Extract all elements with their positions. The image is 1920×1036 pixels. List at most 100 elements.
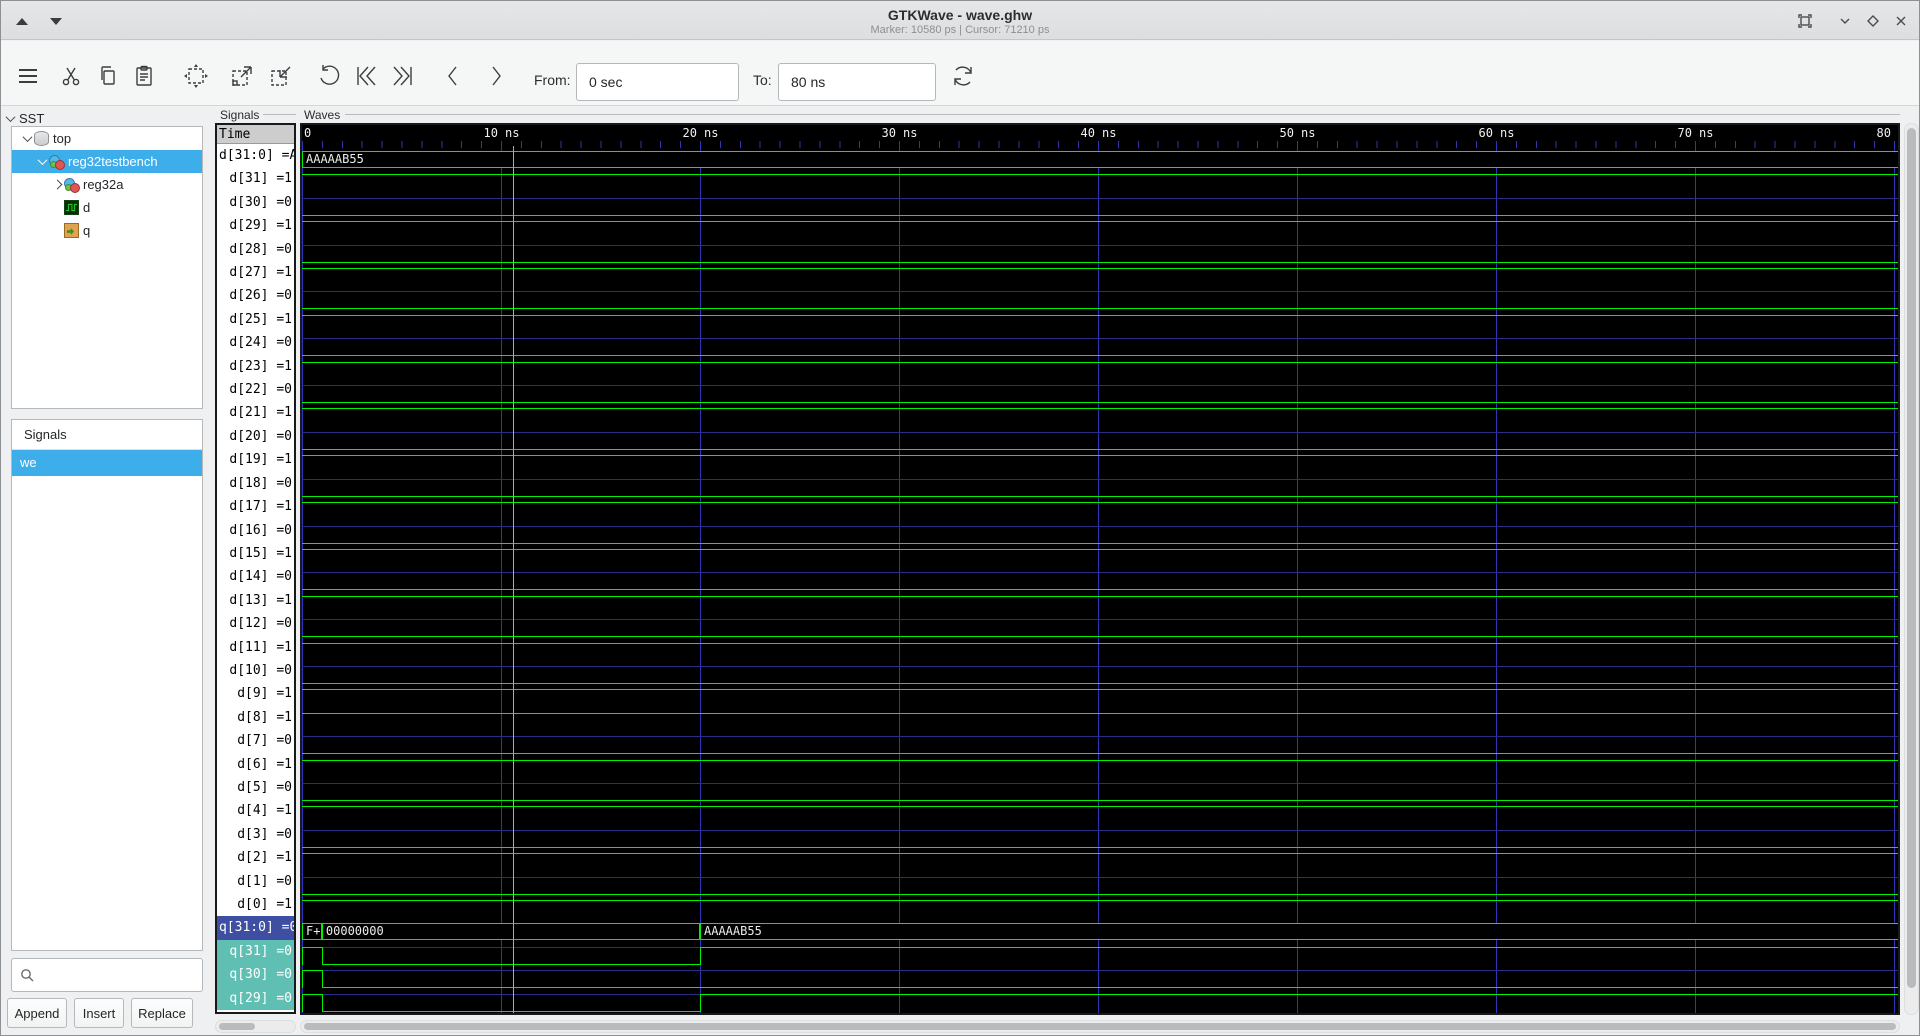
facility-list-item[interactable]: we <box>12 450 202 476</box>
zoom-in-icon[interactable] <box>225 59 259 93</box>
zoom-out-icon[interactable] <box>264 59 298 93</box>
signal-name-row[interactable]: d[4] =1 <box>217 799 294 822</box>
wave-bit-trace[interactable] <box>302 195 1898 218</box>
signal-name-row[interactable]: d[8] =1 <box>217 706 294 729</box>
wave-bit-trace[interactable] <box>302 312 1898 335</box>
wave-bit-trace[interactable] <box>302 663 1898 686</box>
to-end-icon[interactable] <box>386 59 420 93</box>
wave-bit-trace[interactable] <box>302 640 1898 663</box>
wave-bit-trace[interactable] <box>302 452 1898 475</box>
tree-item[interactable]: q <box>12 219 202 242</box>
wave-bit-trace[interactable] <box>302 827 1898 850</box>
signal-name-row[interactable]: d[28] =0 <box>217 238 294 261</box>
wave-bus-trace[interactable]: F+ 00000000 AAAAAB55 <box>302 920 1898 943</box>
names-horizontal-scrollbar[interactable] <box>215 1020 296 1033</box>
reload-icon[interactable] <box>946 59 980 93</box>
minimize-icon[interactable] <box>1834 10 1856 32</box>
signal-name-row[interactable]: d[31] =1 <box>217 167 294 190</box>
signal-name-row[interactable]: d[2] =1 <box>217 846 294 869</box>
signal-name-row[interactable]: d[20] =0 <box>217 425 294 448</box>
tree-expander-icon[interactable] <box>37 155 47 166</box>
menu-icon[interactable] <box>11 59 45 93</box>
wave-bit-trace[interactable] <box>302 874 1898 897</box>
wave-bit-trace[interactable] <box>302 171 1898 194</box>
signal-name-row[interactable]: d[30] =0 <box>217 191 294 214</box>
sst-section-header[interactable]: SST <box>5 111 44 126</box>
signal-name-row[interactable]: d[11] =1 <box>217 636 294 659</box>
signal-name-row[interactable]: d[23] =1 <box>217 355 294 378</box>
wave-bit-trace[interactable] <box>302 733 1898 756</box>
signal-name-row[interactable]: d[6] =1 <box>217 753 294 776</box>
copy-icon[interactable] <box>91 59 125 93</box>
signal-name-row[interactable]: d[31:0] =A <box>217 144 294 167</box>
wave-bit-trace[interactable] <box>302 429 1898 452</box>
signal-name-row[interactable]: d[24] =0 <box>217 331 294 354</box>
wave-bit-trace[interactable] <box>302 780 1898 803</box>
signal-name-row[interactable]: d[10] =0 <box>217 659 294 682</box>
signal-name-row[interactable]: d[26] =0 <box>217 284 294 307</box>
wave-bit-trace[interactable] <box>302 686 1898 709</box>
wave-bit-trace[interactable] <box>302 616 1898 639</box>
close-icon[interactable] <box>1890 10 1912 32</box>
signal-name-row[interactable]: d[0] =1 <box>217 893 294 916</box>
signal-name-row[interactable]: q[31:0] =0 <box>217 916 294 940</box>
signal-name-row[interactable]: d[13] =1 <box>217 589 294 612</box>
wave-bit-trace[interactable] <box>302 476 1898 499</box>
to-input[interactable] <box>778 63 936 101</box>
signal-name-row[interactable]: d[18] =0 <box>217 472 294 495</box>
wave-bit-trace[interactable] <box>302 405 1898 428</box>
signal-name-row[interactable]: q[31] =0 <box>217 939 294 964</box>
signal-names-panel[interactable]: Time d[31:0] =A d[31] =1 d[30] =0 d[29] … <box>215 123 296 1014</box>
wave-bit-trace[interactable] <box>302 523 1898 546</box>
primary-marker-line[interactable] <box>513 146 514 1013</box>
signal-name-row[interactable]: d[5] =0 <box>217 776 294 799</box>
tree-expander-icon[interactable] <box>22 132 32 143</box>
next-edge-icon[interactable] <box>479 59 513 93</box>
signal-name-row[interactable]: q[30] =0 <box>217 963 294 987</box>
replace-button[interactable]: Replace <box>131 998 193 1028</box>
wave-bit-trace[interactable] <box>302 335 1898 358</box>
wave-bit-trace[interactable] <box>302 242 1898 265</box>
wave-horizontal-scrollbar[interactable] <box>300 1020 1900 1033</box>
wave-bit-trace[interactable] <box>302 757 1898 780</box>
wave-bit-trace[interactable] <box>302 499 1898 522</box>
insert-button[interactable]: Insert <box>74 998 124 1028</box>
tree-expander-icon[interactable] <box>52 179 62 190</box>
zoom-fit-icon[interactable] <box>179 59 213 93</box>
wave-canvas[interactable]: 0 10ns20ns30ns40ns50ns60ns70ns80ns AAAAA… <box>300 123 1900 1015</box>
keep-above-icon[interactable] <box>1794 10 1816 32</box>
signal-name-row[interactable]: d[9] =1 <box>217 682 294 705</box>
wave-bit-trace[interactable] <box>302 218 1898 241</box>
wave-bit-trace[interactable] <box>302 382 1898 405</box>
signal-name-row[interactable]: d[29] =1 <box>217 214 294 237</box>
signal-name-row[interactable]: d[17] =1 <box>217 495 294 518</box>
signal-name-row[interactable]: d[1] =0 <box>217 870 294 893</box>
append-button[interactable]: Append <box>7 998 67 1028</box>
wave-bit-trace[interactable] <box>302 710 1898 733</box>
wave-bit-trace[interactable] <box>302 288 1898 311</box>
signal-name-row[interactable]: d[15] =1 <box>217 542 294 565</box>
wave-bit-trace[interactable] <box>302 967 1898 990</box>
to-start-icon[interactable] <box>349 59 383 93</box>
wave-bit-trace[interactable] <box>302 944 1898 967</box>
undo-icon[interactable] <box>312 59 346 93</box>
signal-name-row[interactable]: d[22] =0 <box>217 378 294 401</box>
names-horizontal-scrollbar-thumb[interactable] <box>219 1023 255 1030</box>
maximize-icon[interactable] <box>1862 10 1884 32</box>
wave-bit-trace[interactable] <box>302 569 1898 592</box>
wave-vertical-scrollbar-thumb[interactable] <box>1907 128 1916 988</box>
wave-vertical-scrollbar[interactable] <box>1904 123 1919 1015</box>
sst-tree[interactable]: top reg32testbench reg32a d q <box>11 126 203 409</box>
wave-bit-trace[interactable] <box>302 897 1898 920</box>
wave-bit-trace[interactable] <box>302 991 1898 1013</box>
signal-name-row[interactable]: d[19] =1 <box>217 448 294 471</box>
wave-bit-trace[interactable] <box>302 265 1898 288</box>
signal-name-row[interactable]: q[29] =0 <box>217 986 294 1011</box>
tree-item[interactable]: d <box>12 196 202 219</box>
paste-icon[interactable] <box>127 59 161 93</box>
wave-bit-trace[interactable] <box>302 546 1898 569</box>
tree-item[interactable]: top <box>12 127 202 150</box>
signal-name-row[interactable]: d[3] =0 <box>217 823 294 846</box>
wave-horizontal-scrollbar-thumb[interactable] <box>304 1023 1896 1030</box>
signal-name-row[interactable]: d[16] =0 <box>217 519 294 542</box>
